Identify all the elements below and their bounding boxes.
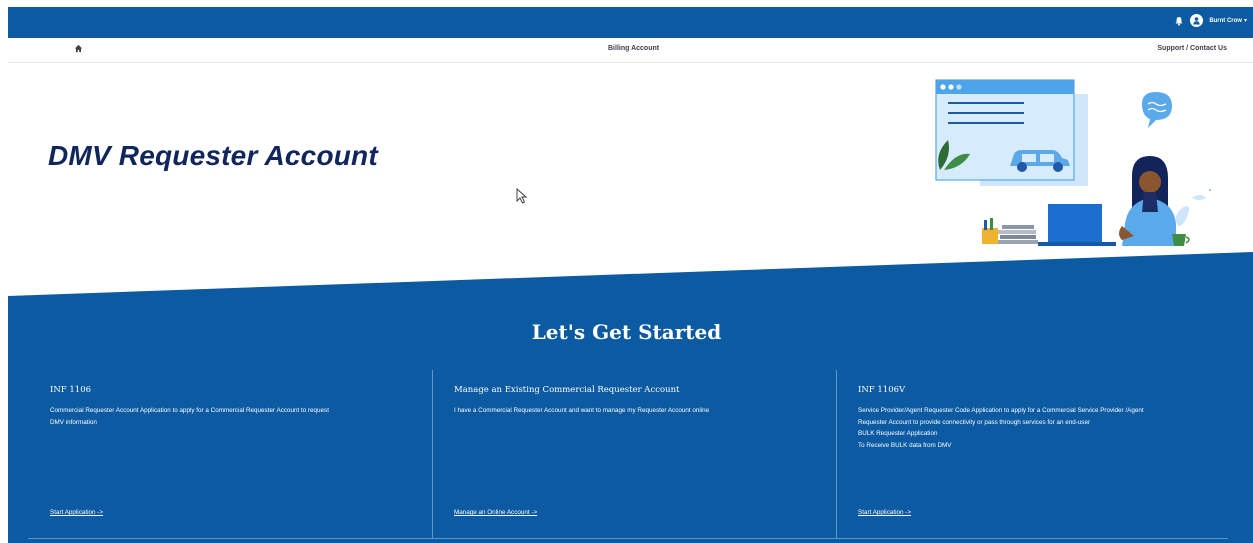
nav-bar: Billing Account Support / Contact Us [8,38,1253,63]
user-menu[interactable]: Burnt Crow ▾ [1174,14,1247,27]
card-description: Service Provider/Agent Requester Code Ap… [858,407,1144,449]
card-divider [432,370,433,538]
card-description: Commercial Requester Account Application… [50,407,329,426]
avatar[interactable] [1190,14,1204,27]
card-divider [836,370,837,538]
card-manage-account: Manage an Existing Commercial Requester … [454,385,824,417]
manage-online-account-link[interactable]: Manage an Online Account -> [454,509,537,516]
chevron-down-icon[interactable]: ▾ [1244,17,1247,24]
card-title: INF 1106 [50,385,92,395]
home-icon[interactable] [74,44,83,53]
bell-icon[interactable] [1174,16,1184,26]
start-application-link[interactable]: Start Application -> [50,509,103,516]
page-title: DMV Requester Account [48,140,378,171]
mouse-cursor-icon [516,188,527,204]
nav-support-contact[interactable]: Support / Contact Us [1157,45,1227,52]
hero-illustration [935,79,1212,246]
card-title: INF 1106V [858,385,906,395]
user-icon [1193,17,1201,25]
section-title: Let's Get Started [531,320,722,344]
user-name[interactable]: Burnt Crow [1209,18,1242,24]
card-title: Manage an Existing Commercial Requester … [454,385,680,395]
nav-billing-account[interactable]: Billing Account [608,45,659,52]
card-inf-1106v: INF 1106V Service Provider/Agent Request… [858,385,1238,451]
card-description: I have a Commercial Requester Account an… [454,407,710,414]
top-bar: Burnt Crow ▾ [8,7,1253,38]
card-inf-1106: INF 1106 Commercial Requester Account Ap… [50,385,420,428]
start-application-link[interactable]: Start Application -> [858,509,911,516]
section-bottom-divider [28,538,1228,539]
